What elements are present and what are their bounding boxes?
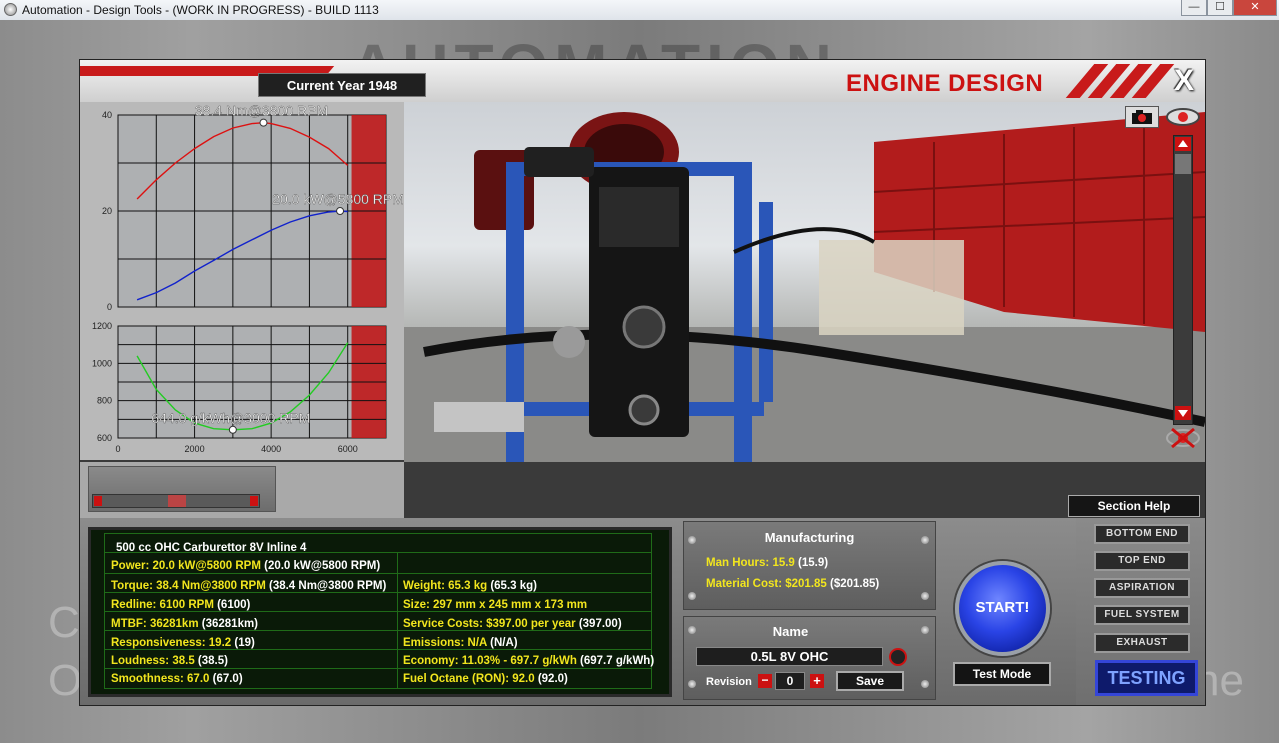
scroll-up-icon[interactable]: [1175, 137, 1191, 151]
eye-icon[interactable]: [1164, 106, 1202, 128]
manufacturing-title: Manufacturing: [764, 530, 855, 545]
man-hours: Man Hours: 15.9 (15.9): [706, 557, 829, 569]
engine-name-field[interactable]: 0.5L 8V OHC: [696, 647, 883, 666]
peak-annotation: 38.4 Nm@3800 RPM: [195, 103, 328, 119]
x-tick-label: 4000: [261, 444, 281, 454]
y-tick-label: 800: [97, 396, 112, 406]
stat-redline: Redline: 6100 RPM (6100): [111, 599, 251, 611]
stat-emissions: Emissions: N/A (N/A): [403, 637, 518, 649]
stat-service-costs: Service Costs: $397.00 per year (397.00): [403, 618, 622, 630]
timeline-slider-thumb[interactable]: [168, 495, 186, 507]
section-fuel-system[interactable]: FUEL SYSTEM: [1094, 605, 1190, 625]
y-tick-label: 0: [107, 302, 112, 312]
stat-mtbf: MTBF: 36281km (36281km): [111, 618, 259, 630]
camera-icon[interactable]: [1125, 106, 1159, 128]
stat-power: Power: 20.0 kW@5800 RPM (20.0 kW@5800 RP…: [111, 560, 381, 572]
stat-economy: Economy: 11.03% - 697.7 g/kWh (697.7 g/k…: [403, 655, 655, 667]
revision-value: 0: [775, 672, 805, 690]
stat-weight: Weight: 65.3 kg (65.3 kg): [403, 580, 537, 592]
eye-crossed-icon[interactable]: [1164, 426, 1202, 450]
minimize-button[interactable]: —: [1181, 0, 1207, 16]
window-titlebar: Automation - Design Tools - (WORK IN PRO…: [0, 0, 1279, 21]
testing-button[interactable]: TESTING: [1095, 660, 1198, 696]
revision-plus-button[interactable]: +: [810, 674, 824, 688]
background-faint-text: C: [48, 598, 80, 647]
section-top-end[interactable]: TOP END: [1094, 551, 1190, 571]
background-faint-text: O: [48, 656, 83, 705]
peak-marker: [336, 207, 345, 215]
peak-annotation: 20.0 kW@5800 RPM: [272, 191, 404, 207]
close-window-button[interactable]: ✕: [1233, 0, 1277, 16]
rename-icon[interactable]: [889, 648, 907, 666]
y-tick-label: 600: [97, 433, 112, 443]
section-aspiration[interactable]: ASPIRATION: [1094, 578, 1190, 598]
y-tick-label: 40: [102, 110, 112, 120]
stat-responsiveness: Responsiveness: 19.2 (19): [111, 637, 255, 649]
test-mode-button[interactable]: Test Mode: [953, 662, 1051, 686]
stat-torque: Torque: 38.4 Nm@3800 RPM (38.4 Nm@3800 R…: [111, 580, 387, 592]
engine-curve-charts: 40 20 0 38.4 Nm@3800 RPM 20.0 kW@5800 RPM 120…: [92, 102, 420, 454]
slider-right-icon[interactable]: [250, 496, 258, 506]
camera-zoom-scrollbar[interactable]: [1173, 135, 1193, 425]
material-cost: Material Cost: $201.85 ($201.85): [706, 578, 880, 590]
stat-loudness: Loudness: 38.5 (38.5): [111, 655, 228, 667]
y-tick-label: 1200: [92, 321, 112, 331]
revision-minus-button[interactable]: −: [758, 674, 772, 688]
engine-graphs: 40 20 0 38.4 Nm@3800 RPM 20.0 kW@5800 RPM 120…: [80, 102, 420, 460]
engine-3d-view[interactable]: [404, 102, 1205, 462]
engine-scene-illustration: [404, 112, 1205, 462]
close-panel-button[interactable]: X: [1174, 64, 1194, 98]
peak-annotation: 644.0 g/kWh@3000 RPM: [151, 410, 310, 426]
scroll-down-icon[interactable]: [1175, 406, 1191, 420]
maximize-button[interactable]: ☐: [1207, 0, 1233, 16]
section-exhaust[interactable]: EXHAUST: [1094, 633, 1190, 653]
peak-marker: [228, 425, 237, 434]
current-year: Current Year 1948: [258, 73, 426, 97]
app-icon: [4, 3, 17, 16]
stat-fuel-octane: Fuel Octane (RON): 92.0 (92.0): [403, 673, 568, 685]
section-help-button[interactable]: Section Help: [1068, 495, 1200, 517]
x-tick-label: 0: [115, 444, 120, 454]
engine-description: 500 cc OHC Carburettor 8V Inline 4: [116, 542, 307, 554]
y-tick-label: 20: [102, 206, 112, 216]
section-bottom-end[interactable]: BOTTOM END: [1094, 524, 1190, 544]
slider-left-icon[interactable]: [94, 496, 102, 506]
revision-label: Revision: [706, 676, 752, 688]
name-title: Name: [772, 624, 809, 639]
start-button[interactable]: START!: [955, 561, 1050, 656]
y-tick-label: 1000: [92, 358, 112, 368]
save-button[interactable]: Save: [836, 671, 904, 691]
stat-smoothness: Smoothness: 67.0 (67.0): [111, 673, 243, 685]
page-title: ENGINE DESIGN: [846, 70, 1044, 97]
x-tick-label: 2000: [185, 444, 205, 454]
peak-marker: [259, 118, 268, 127]
stat-size: Size: 297 mm x 245 mm x 173 mm: [403, 599, 588, 611]
x-tick-label: 6000: [338, 444, 358, 454]
window-title: Automation - Design Tools - (WORK IN PRO…: [22, 3, 379, 17]
scroll-thumb[interactable]: [1175, 154, 1191, 174]
